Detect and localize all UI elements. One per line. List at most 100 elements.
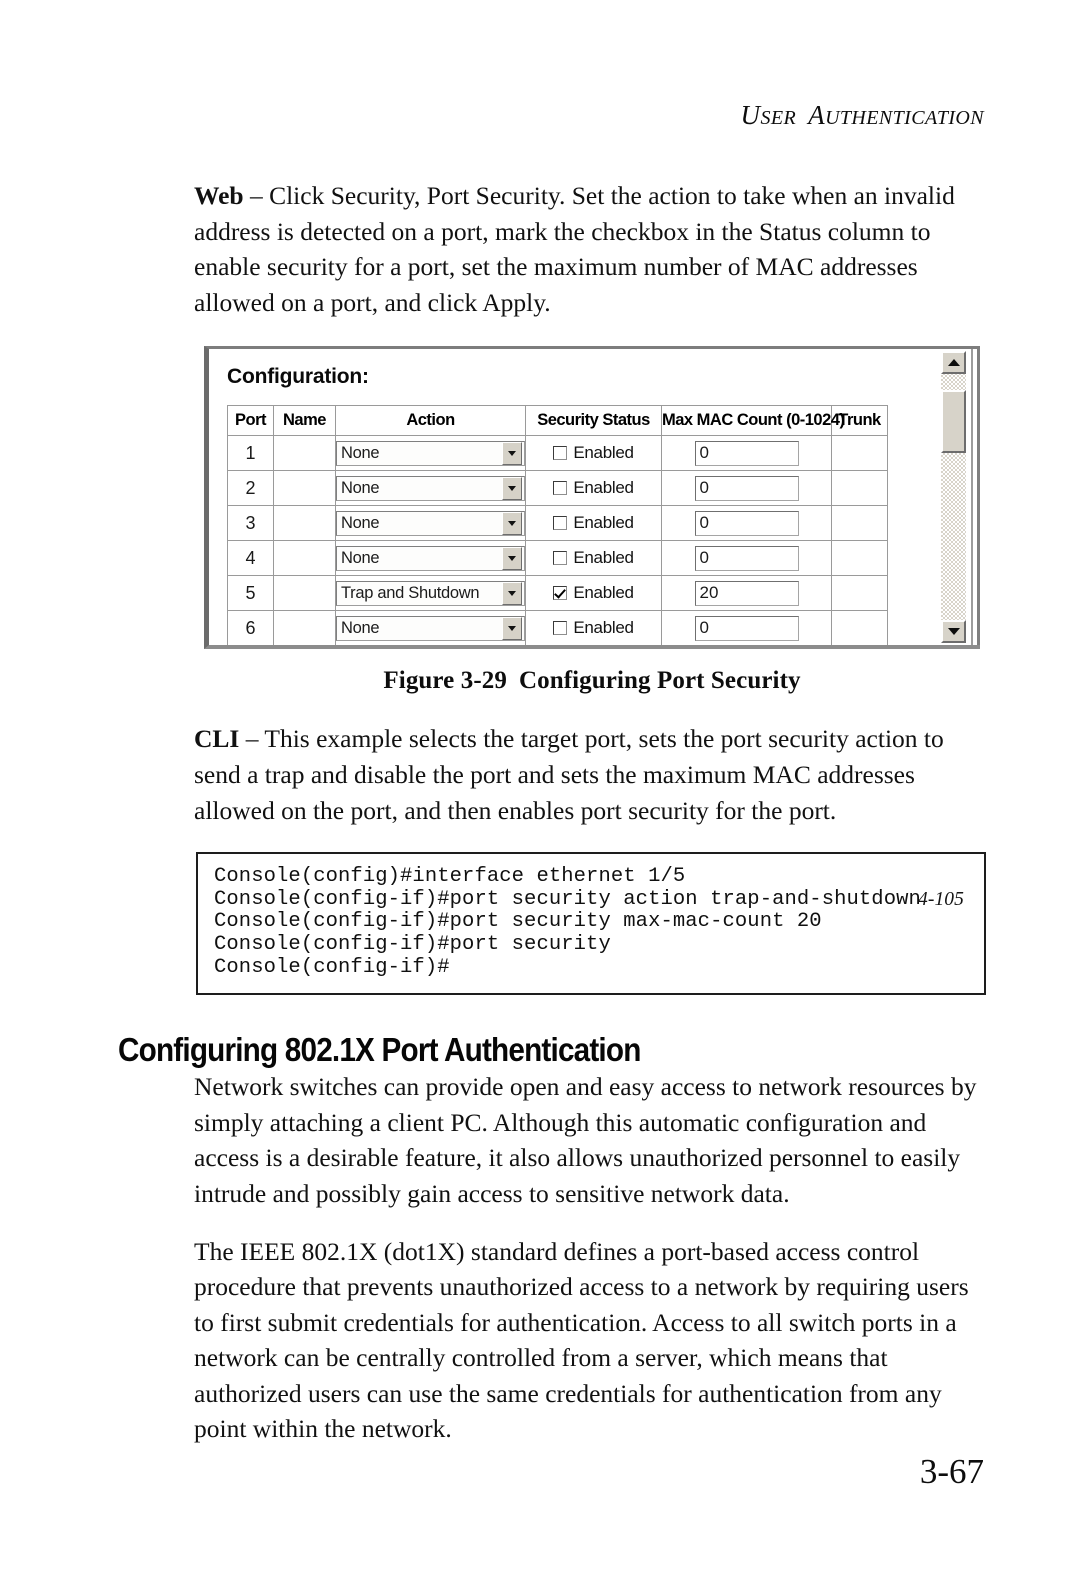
action-select-value: None xyxy=(341,443,380,462)
cell-name xyxy=(273,575,336,612)
cell-max-mac-count: 20 xyxy=(661,575,832,612)
running-head-first-word: USER xyxy=(740,100,797,130)
cli-line-text: Console(config-if)#port security action … xyxy=(214,887,921,911)
max-mac-count-input[interactable]: 0 xyxy=(694,440,799,466)
paragraph-ieee-802: The IEEE 802.1X (dot1X) standard defines… xyxy=(194,1236,969,1444)
max-mac-count-input[interactable]: 0 xyxy=(694,510,799,536)
cell-action: None xyxy=(335,540,526,577)
cell-trunk xyxy=(831,505,888,542)
caret-glyph xyxy=(508,625,516,631)
action-select-value: Trap and Shutdown xyxy=(341,583,480,602)
cli-line: Console(config-if)#port security xyxy=(214,932,611,956)
action-select-value: None xyxy=(341,618,380,637)
cell-trunk xyxy=(831,540,888,577)
caret-glyph xyxy=(508,450,516,456)
cell-port: 4 xyxy=(227,540,274,577)
security-status-label: Enabled xyxy=(573,548,634,568)
cell-max-mac-count: 0 xyxy=(661,610,832,646)
chevron-down-icon[interactable] xyxy=(502,616,522,640)
security-status-checkbox[interactable] xyxy=(553,516,568,531)
max-mac-count-input[interactable]: 0 xyxy=(694,615,799,641)
action-select[interactable]: None xyxy=(336,510,525,536)
panel-title: Configuration: xyxy=(227,365,369,389)
caret-glyph xyxy=(508,555,516,561)
cli-code-block: Console(config)#interface ethernet 1/5 C… xyxy=(196,852,986,996)
figure-caption: Figure 3-29 Configuring Port Security xyxy=(204,667,980,695)
table-body: 1 None Enabled 0 2 None Enabled 0 3 None Enabled 0 4… xyxy=(227,435,888,646)
paragraph-cli-text: – This example selects the target port, … xyxy=(194,724,944,825)
security-status-label: Enabled xyxy=(573,513,634,533)
cell-trunk xyxy=(831,575,888,612)
chevron-down-icon[interactable] xyxy=(502,511,522,535)
scroll-up-button[interactable] xyxy=(941,351,966,375)
triangle-down-icon xyxy=(947,628,960,636)
chevron-down-icon[interactable] xyxy=(502,581,522,605)
security-status-checkbox[interactable] xyxy=(553,621,568,636)
security-status-checkbox[interactable] xyxy=(553,481,568,496)
scrollbar-thumb[interactable] xyxy=(941,390,966,454)
cell-action: None xyxy=(335,505,526,542)
cell-action: None xyxy=(335,470,526,507)
cell-trunk xyxy=(831,470,888,507)
cell-name xyxy=(273,435,336,472)
cli-line: Console(config-if)#port security max-mac… xyxy=(214,910,822,934)
paragraph-intro-802: Network switches can provide open and ea… xyxy=(194,1072,977,1208)
cell-security-status: Enabled xyxy=(525,540,662,577)
cell-name xyxy=(273,540,336,577)
security-status-label: Enabled xyxy=(573,618,634,638)
security-status-checkbox[interactable] xyxy=(553,586,568,601)
action-select-value: None xyxy=(341,513,380,532)
cell-trunk xyxy=(831,610,888,646)
security-status-label: Enabled xyxy=(573,478,634,498)
triangle-up-icon xyxy=(947,359,960,367)
caret-glyph xyxy=(508,520,516,526)
column-header-security-status: Security Status xyxy=(525,405,662,437)
paragraph-web-lead: Web xyxy=(194,181,244,210)
max-mac-count-input[interactable]: 0 xyxy=(694,545,799,571)
action-select[interactable]: None xyxy=(336,475,525,501)
vertical-scrollbar[interactable] xyxy=(940,351,966,644)
action-select[interactable]: Trap and Shutdown xyxy=(336,580,525,606)
table-header-row: Port Name Action Security Status Max MAC… xyxy=(227,405,888,437)
cell-name xyxy=(273,610,336,646)
security-status-checkbox[interactable] xyxy=(553,551,568,566)
security-status-checkbox[interactable] xyxy=(553,446,568,461)
page-content: Web – Click Security, Port Security. Set… xyxy=(118,178,988,1447)
action-select[interactable]: None xyxy=(336,615,525,641)
chevron-down-icon[interactable] xyxy=(502,441,522,465)
max-mac-count-input[interactable]: 20 xyxy=(694,580,799,606)
cli-line: Console(config-if)#port security action … xyxy=(214,887,968,912)
scroll-down-button[interactable] xyxy=(941,620,966,644)
port-security-table: Port Name Action Security Status Max MAC… xyxy=(227,405,888,646)
section-heading: Configuring 802.1X Port Authentication xyxy=(118,1031,641,1069)
cell-max-mac-count: 0 xyxy=(661,505,832,542)
cell-max-mac-count: 0 xyxy=(661,540,832,577)
chevron-down-icon[interactable] xyxy=(502,476,522,500)
page-number: 3-67 xyxy=(919,1452,984,1491)
cell-action: Trap and Shutdown xyxy=(335,575,526,612)
action-select[interactable]: None xyxy=(336,440,525,466)
app-window-content: Configuration: Port Name Action Security… xyxy=(209,349,931,646)
figure-caption-number: Figure 3-29 xyxy=(383,667,507,695)
figure-caption-title: Configuring Port Security xyxy=(518,667,801,695)
table-row: 1 None Enabled 0 xyxy=(227,435,888,472)
column-header-port: Port xyxy=(227,405,274,437)
security-status-label: Enabled xyxy=(573,443,634,463)
max-mac-count-input[interactable]: 0 xyxy=(694,475,799,501)
figure-port-security: Configuration: Port Name Action Security… xyxy=(204,346,980,695)
action-select[interactable]: None xyxy=(336,545,525,571)
cell-name xyxy=(273,505,336,542)
caret-glyph xyxy=(508,590,516,596)
cli-line: Console(config-if)# xyxy=(214,955,450,979)
cell-port: 2 xyxy=(227,470,274,507)
cell-security-status: Enabled xyxy=(525,575,662,612)
running-head-second-word: AUTHENTICATION xyxy=(808,100,984,130)
cell-max-mac-count: 0 xyxy=(661,470,832,507)
cell-port: 5 xyxy=(227,575,274,612)
table-row: 4 None Enabled 0 xyxy=(227,540,888,577)
action-select-value: None xyxy=(341,478,380,497)
cell-security-status: Enabled xyxy=(525,435,662,472)
cli-line: Console(config)#interface ethernet 1/5 xyxy=(214,865,686,889)
paragraph-cli: CLI – This example selects the target po… xyxy=(194,721,984,828)
chevron-down-icon[interactable] xyxy=(502,546,522,570)
